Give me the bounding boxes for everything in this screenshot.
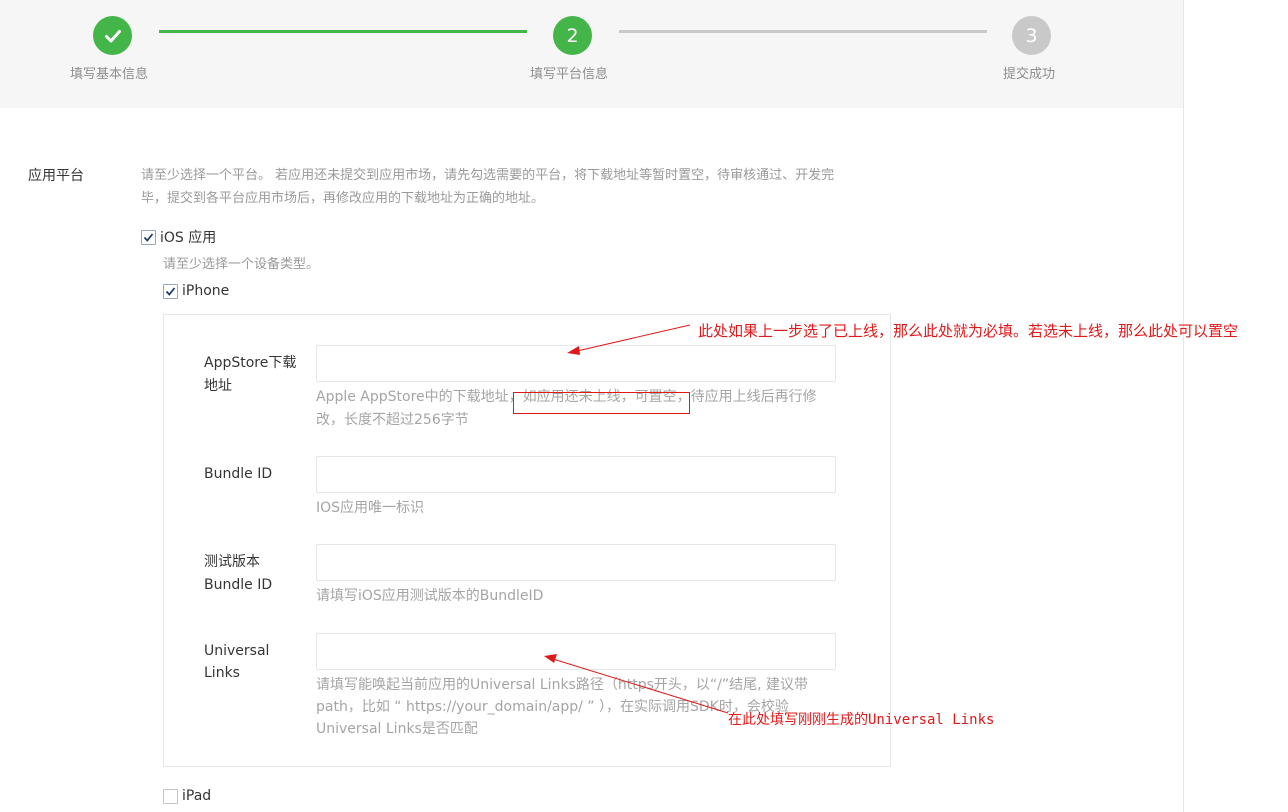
appstore-annotation-arrowhead xyxy=(567,346,580,355)
appstore-annotation-arrow xyxy=(576,324,691,352)
appstore-annotation-text: 此处如果上一步选了已上线，那么此处就为必填。若选未上线，那么此处可以置空 xyxy=(698,322,1239,340)
universal-links-annotation-arrowhead xyxy=(544,654,557,663)
universal-links-annotation-text: 在此处填写刚刚生成的Universal Links xyxy=(728,712,995,728)
annotation-arrows xyxy=(544,324,729,714)
universal-links-annotation-arrow xyxy=(552,658,729,714)
